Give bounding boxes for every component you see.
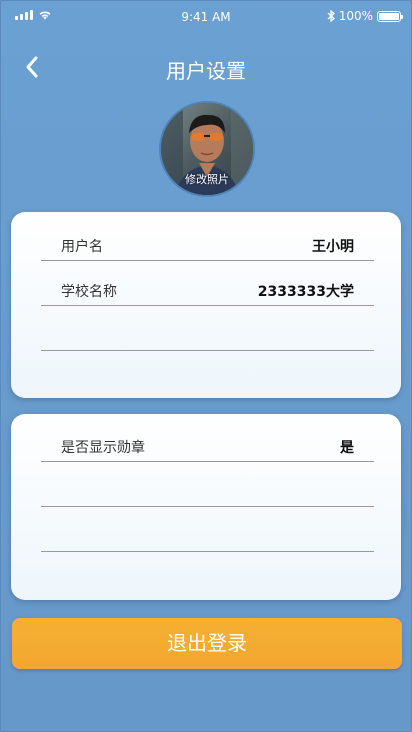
row-label: 用户名 xyxy=(61,239,103,255)
logout-button[interactable]: 退出登录 xyxy=(12,618,402,669)
status-bar: 9:41 AM 100% xyxy=(1,1,411,35)
profile-row-username[interactable]: 用户名 王小明 xyxy=(41,215,374,261)
profile-row-school[interactable]: 学校名称 2333333大学 xyxy=(41,260,374,306)
row-value: 是 xyxy=(340,440,354,456)
settings-row-show-badge[interactable]: 是否显示勋章 是 xyxy=(41,416,374,462)
status-right: 100% xyxy=(327,9,403,23)
page-title: 用户设置 xyxy=(166,59,246,83)
settings-card: 是否显示勋章 是 xyxy=(11,414,401,600)
avatar[interactable]: 修改照片 xyxy=(159,101,255,197)
phone-screen: 9:41 AM 100% 用户设置 修改照片 用户名 王小明 学校名称 2333… xyxy=(0,0,412,732)
nav-bar: 用户设置 xyxy=(1,45,411,89)
row-value: 王小明 xyxy=(312,239,354,255)
bluetooth-icon xyxy=(327,10,335,22)
settings-row-empty xyxy=(41,461,374,507)
row-value: 2333333大学 xyxy=(257,284,354,300)
battery-percent: 100% xyxy=(338,9,373,23)
battery-icon xyxy=(377,10,403,22)
row-label: 是否显示勋章 xyxy=(61,440,145,456)
change-photo-label: 修改照片 xyxy=(185,173,229,186)
profile-row-empty xyxy=(41,305,374,351)
battery-fill xyxy=(379,12,399,20)
profile-card: 用户名 王小明 学校名称 2333333大学 xyxy=(11,212,401,398)
row-label: 学校名称 xyxy=(61,284,117,300)
settings-row-empty xyxy=(41,506,374,552)
